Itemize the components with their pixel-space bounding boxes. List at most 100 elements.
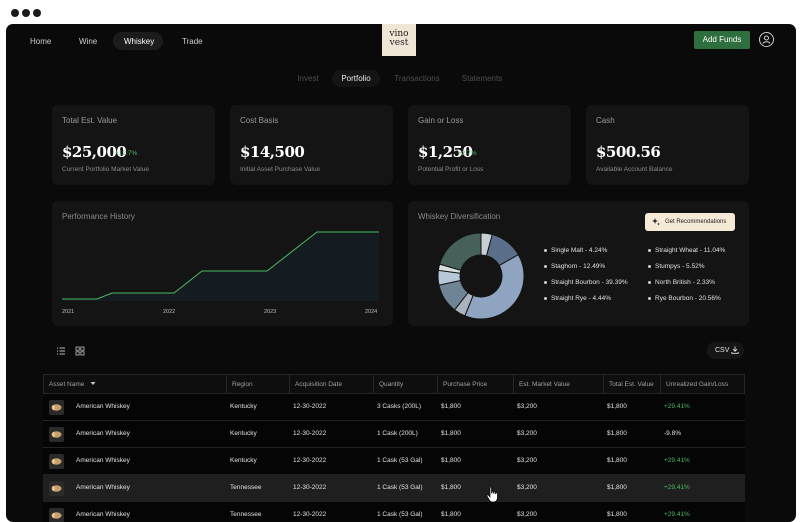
nav-whiskey[interactable]: Whiskey [124,35,154,49]
nav-trade[interactable]: Trade [182,35,203,49]
card-title: Cost Basis [240,116,279,125]
cash-card: Cash $500.56 Available Account Balance [586,105,749,185]
get-recommendations-button[interactable]: Get Recommendations [645,213,735,231]
cell-quantity: 3 Casks (200L) [377,403,422,410]
csv-label: CSV [715,347,730,354]
hand-cursor-icon [486,486,498,503]
legend-item: Straight Rye - 4.44% [544,294,611,303]
nav-wine[interactable]: Wine [79,35,97,49]
cell-purchase-price: $1,800 [441,403,461,410]
window-control-dot[interactable] [22,9,30,17]
window-control-dot[interactable] [33,9,41,17]
year-label: 2021 [62,309,75,315]
cell-region: Tennessee [230,484,262,491]
cell-total-est-value: $1,800 [607,511,627,518]
cell-est-market-value: $3,200 [517,403,537,410]
grid-view-button[interactable] [73,344,87,358]
table-row[interactable]: American Whiskey Tennessee 12-30-2022 1 Cas… [43,502,745,522]
card-title: Gain or Loss [418,116,464,125]
sparkle-icon [652,218,660,226]
user-account-button[interactable] [759,32,774,47]
cell-acquisition-date: 12-30-2022 [293,403,327,410]
cost-basis-card: Cost Basis $14,500 Initial Asset Purchas… [230,105,393,185]
cell-est-market-value: $3,200 [517,430,537,437]
asset-thumbnail [49,427,64,442]
performance-area [62,232,379,301]
vinovest-logo[interactable]: vino vest [382,24,416,56]
cell-est-market-value: $3,200 [517,511,537,518]
cask-icon [51,458,62,465]
cell-purchase-price: $1,800 [441,457,461,464]
tab-transactions[interactable]: Transactions [389,70,445,87]
tab-statements[interactable]: Statements [456,70,508,87]
tab-portfolio[interactable]: Portfolio [332,70,380,87]
cell-acquisition-date: 12-30-2022 [293,484,327,491]
column-header-purchase-price[interactable]: Purchase Price [437,375,513,395]
legend-item: Single Malt - 4.24% [544,246,607,255]
card-change: +2.7% [458,150,477,157]
panel-title: Whiskey Diversification [418,212,501,221]
cell-region: Kentucky [230,430,257,437]
add-funds-button[interactable]: Add Funds [694,31,750,49]
cell-unrealized-gain-loss: +29.41% [664,403,690,410]
card-value: $500.56 [596,143,661,161]
table-row[interactable]: American Whiskey Kentucky 12-30-2022 1 Cask… [43,421,745,448]
asset-thumbnail [49,454,64,469]
card-value: $14,500 [240,143,305,161]
card-subtitle: Potential Profit or Loss [418,166,484,173]
csv-export-button[interactable]: CSV [707,342,744,359]
cell-unrealized-gain-loss: -9.8% [664,430,681,437]
list-view-button[interactable] [54,344,68,358]
column-header-asset-name[interactable]: Asset Name [44,375,226,395]
cell-quantity: 1 Cask (53 Gal) [377,457,423,464]
asset-thumbnail [49,508,64,522]
cask-icon [51,431,62,438]
portfolio-assets-table: Asset Name Region Acquisition Date Quant… [43,374,745,522]
cell-quantity: 1 Cask (53 Gal) [377,484,423,491]
legend-item: Straight Bourbon - 39.39% [544,278,628,287]
year-label: 2024 [365,309,378,315]
cell-acquisition-date: 12-30-2022 [293,511,327,518]
total-est-value-card: Total Est. Value $25,000 +12.7% Current … [52,105,215,185]
card-title: Total Est. Value [62,116,117,125]
window-control-dot[interactable] [11,9,19,17]
tab-invest[interactable]: Invest [292,70,324,87]
cell-quantity: 1 Cask (200L) [377,430,418,437]
table-header: Asset Name Region Acquisition Date Quant… [43,374,745,395]
cask-icon [51,404,62,411]
grid-icon [75,346,85,356]
legend-item: Rye Bourbon - 20.56% [648,294,721,303]
whiskey-diversification-panel: Whiskey Diversification Get Recommendati… [408,201,749,326]
download-icon [731,346,739,354]
cell-purchase-price: $1,800 [441,484,461,491]
nav-home[interactable]: Home [30,35,51,49]
cell-total-est-value: $1,800 [607,430,627,437]
gain-or-loss-card: Gain or Loss $1,250 +2.7% Potential Prof… [408,105,571,185]
logo-line2: vest [389,38,409,48]
legend-item: Stumpys - 5.52% [648,262,705,271]
table-row[interactable]: American Whiskey Kentucky 12-30-2022 1 Cask… [43,448,745,475]
cell-unrealized-gain-loss: +29.41% [664,457,690,464]
donut-slice-rye-bourbon[interactable] [439,232,482,271]
table-row[interactable]: American Whiskey Kentucky 12-30-2022 3 Cask… [43,394,745,421]
list-icon [57,347,65,355]
donut-slice-straight-bourbon[interactable] [464,253,525,320]
cell-region: Kentucky [230,403,257,410]
cell-acquisition-date: 12-30-2022 [293,430,327,437]
column-header-total-est-value[interactable]: Total Est. Value [603,375,660,395]
cell-acquisition-date: 12-30-2022 [293,457,327,464]
cask-icon [51,512,62,519]
column-header-quantity[interactable]: Quantity [373,375,437,395]
cell-unrealized-gain-loss: +29.41% [664,484,690,491]
column-header-acquisition-date[interactable]: Acquisition Date [289,375,373,395]
cell-purchase-price: $1,800 [441,430,461,437]
column-header-est-market-value[interactable]: Est. Market Value [513,375,603,395]
asset-thumbnail [49,481,64,496]
table-row[interactable]: American Whiskey Tennessee 12-30-2022 1 Cas… [43,475,745,502]
app-window: Home Wine Whiskey Trade vino vest Add Fu… [6,24,796,522]
cask-icon [51,485,62,492]
asset-thumbnail [49,400,64,415]
cell-total-est-value: $1,800 [607,403,627,410]
column-header-unrealized-gain-loss[interactable]: Unrealized Gain/Loss [660,375,745,395]
column-header-region[interactable]: Region [226,375,289,395]
